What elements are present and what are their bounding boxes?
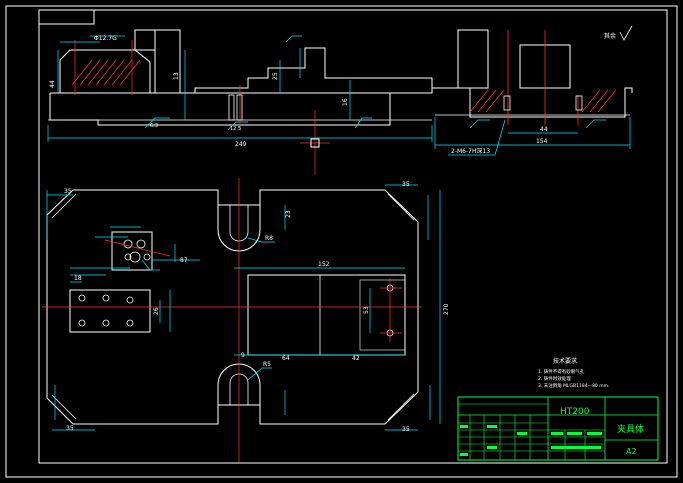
dim-42: 42: [352, 355, 360, 362]
dim-44: 44: [49, 80, 56, 88]
tech-requirements: 技术要求 1. 铸件不得有砂眼气孔 2. 铸件时效处理 3. 未注倒角 MLGB…: [538, 357, 609, 389]
front-view: 249 Φ12.7G 13 44 25 16 6.3 12.5: [47, 29, 433, 175]
dim-25: 25: [272, 72, 279, 80]
dim-R5: R5: [263, 361, 271, 368]
dim-35-bl: 35: [66, 425, 74, 432]
dim-64: 64: [282, 355, 290, 362]
dim-18: 18: [74, 275, 82, 282]
cad-drawing: 249 Φ12.7G 13 44 25 16 6.3 12.5 154 44 2…: [5, 5, 678, 478]
title-block: HT200 夹具体 A2: [457, 396, 659, 461]
dim-35-br: 35: [402, 426, 410, 433]
dim-249: 249: [235, 141, 247, 148]
dim-9: 9: [241, 352, 245, 359]
roughness-symbol: [619, 25, 633, 41]
dim-152: 152: [318, 261, 330, 268]
dim-R8: R8: [265, 235, 273, 242]
hole-callout: 2-M6-7H深13: [451, 147, 490, 155]
dim-phi: Φ12.7G: [94, 35, 117, 42]
dim-44b: 44: [540, 126, 548, 133]
sheet-size: A2: [626, 447, 637, 456]
dim-87: 87: [180, 257, 188, 264]
tech-req-3: 3. 未注倒角 MLGB1184—80 mm.: [538, 382, 609, 389]
dim-16: 16: [342, 98, 349, 106]
dim-270: 270: [443, 303, 450, 315]
roughness-6-3-a: 6.3: [150, 123, 158, 129]
dim-13: 13: [173, 72, 180, 80]
dim-35-tr: 35: [402, 181, 410, 188]
tech-req-2: 2. 铸件时效处理: [538, 375, 571, 382]
dim-53: 53: [363, 306, 370, 314]
material-label: HT200: [560, 407, 590, 417]
top-view: 35 35 35 35 152 270 64 42 9 87 18 53 26 …: [42, 178, 450, 462]
roughness-12-5: 12.5: [230, 126, 241, 132]
side-view: 154 44 2-M6-7H深13 其余: [431, 25, 633, 156]
tech-req-title: 技术要求: [553, 357, 577, 365]
part-name: 夹具体: [617, 423, 644, 435]
dim-26: 26: [153, 307, 160, 315]
code-box: [38, 9, 95, 25]
dim-154: 154: [536, 138, 548, 145]
tech-req-1: 1. 铸件不得有砂眼气孔: [538, 368, 585, 375]
roughness-other: 其余: [604, 32, 616, 40]
dim-23: 23: [285, 210, 292, 218]
dim-35-tl: 35: [64, 188, 72, 195]
